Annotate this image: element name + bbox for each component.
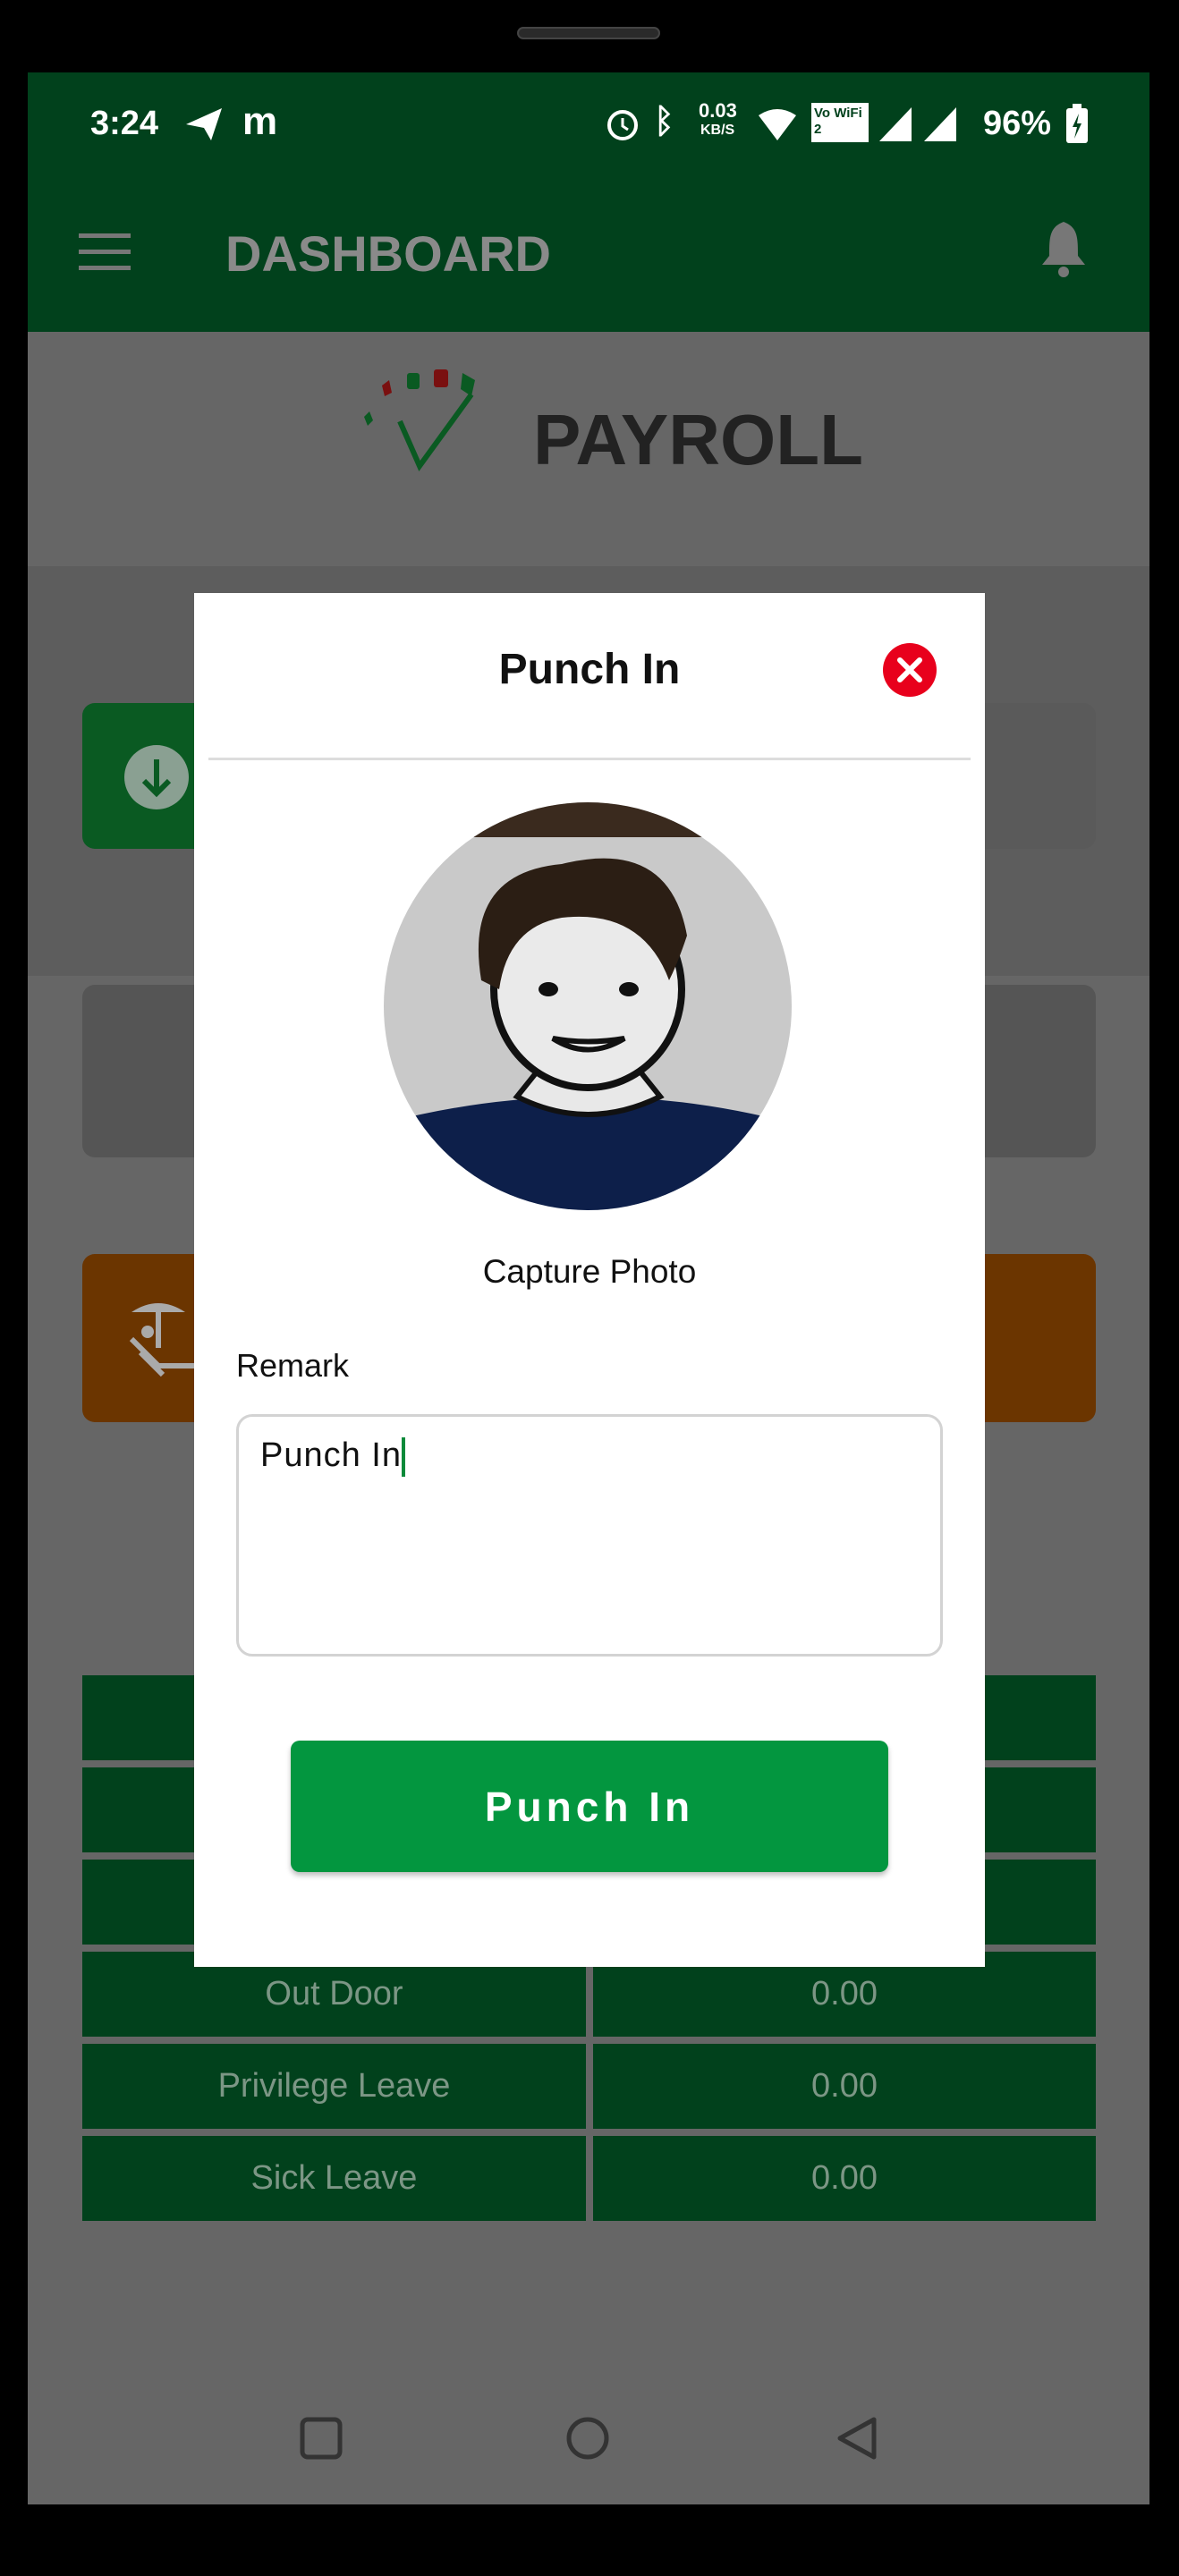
alarm-icon xyxy=(607,110,638,140)
remark-input[interactable]: Punch In xyxy=(236,1414,943,1657)
phone-speaker xyxy=(517,27,660,39)
net-speed-unit: KB/S xyxy=(700,123,735,138)
leave-value: 0.00 xyxy=(593,2136,1096,2221)
remark-value: Punch In xyxy=(260,1436,402,1474)
signal-icon xyxy=(879,107,956,141)
dialog-title: Punch In xyxy=(498,646,681,693)
leave-value: 0.00 xyxy=(593,2044,1096,2129)
logo-area: PAYROLL xyxy=(28,332,1149,566)
bell-icon[interactable] xyxy=(1039,220,1089,279)
table-row: Privilege Leave 0.00 xyxy=(82,2044,1096,2129)
status-time: 3:24 xyxy=(90,105,159,142)
wifi-icon xyxy=(759,109,796,140)
battery-percent: 96% xyxy=(983,105,1052,142)
remark-label: Remark xyxy=(236,1347,350,1384)
leave-type: Privilege Leave xyxy=(82,2044,586,2129)
back-button[interactable] xyxy=(835,2416,879,2461)
punch-in-button[interactable]: Punch In xyxy=(291,1741,888,1872)
battery-charging-icon xyxy=(1066,104,1088,143)
app-header: 3:24 m ᛒ 0.03 KB/S Vo WiFi 2 96% DASHBOA… xyxy=(28,72,1149,332)
text-caret xyxy=(402,1436,405,1477)
app-m-icon: m xyxy=(242,99,278,143)
beach-chair-icon xyxy=(129,1303,194,1377)
close-icon[interactable] xyxy=(882,642,937,698)
bluetooth-icon: ᛒ xyxy=(654,103,674,140)
punch-in-dialog: Punch In Capture Photo Remark Punch In P… xyxy=(194,593,985,1967)
vowifi-icon: Vo WiFi 2 xyxy=(811,103,869,142)
page-title: DASHBOARD xyxy=(225,225,551,282)
payroll-logo-text: PAYROLL xyxy=(533,400,863,479)
net-speed-value: 0.03 xyxy=(699,99,737,122)
table-row: Sick Leave 0.00 xyxy=(82,2136,1096,2221)
recent-apps-button[interactable] xyxy=(299,2416,344,2461)
capture-photo-label[interactable]: Capture Photo xyxy=(194,1253,985,1291)
telegram-icon xyxy=(186,108,222,140)
hamburger-menu-icon[interactable] xyxy=(79,233,132,271)
captured-photo[interactable] xyxy=(383,801,793,1211)
home-button[interactable] xyxy=(565,2416,610,2461)
download-arrow-icon xyxy=(124,745,189,809)
dialog-divider xyxy=(208,758,971,760)
phone-screen: 3:24 m ᛒ 0.03 KB/S Vo WiFi 2 96% DASHBOA… xyxy=(28,72,1149,2504)
leave-type: Sick Leave xyxy=(82,2136,586,2221)
